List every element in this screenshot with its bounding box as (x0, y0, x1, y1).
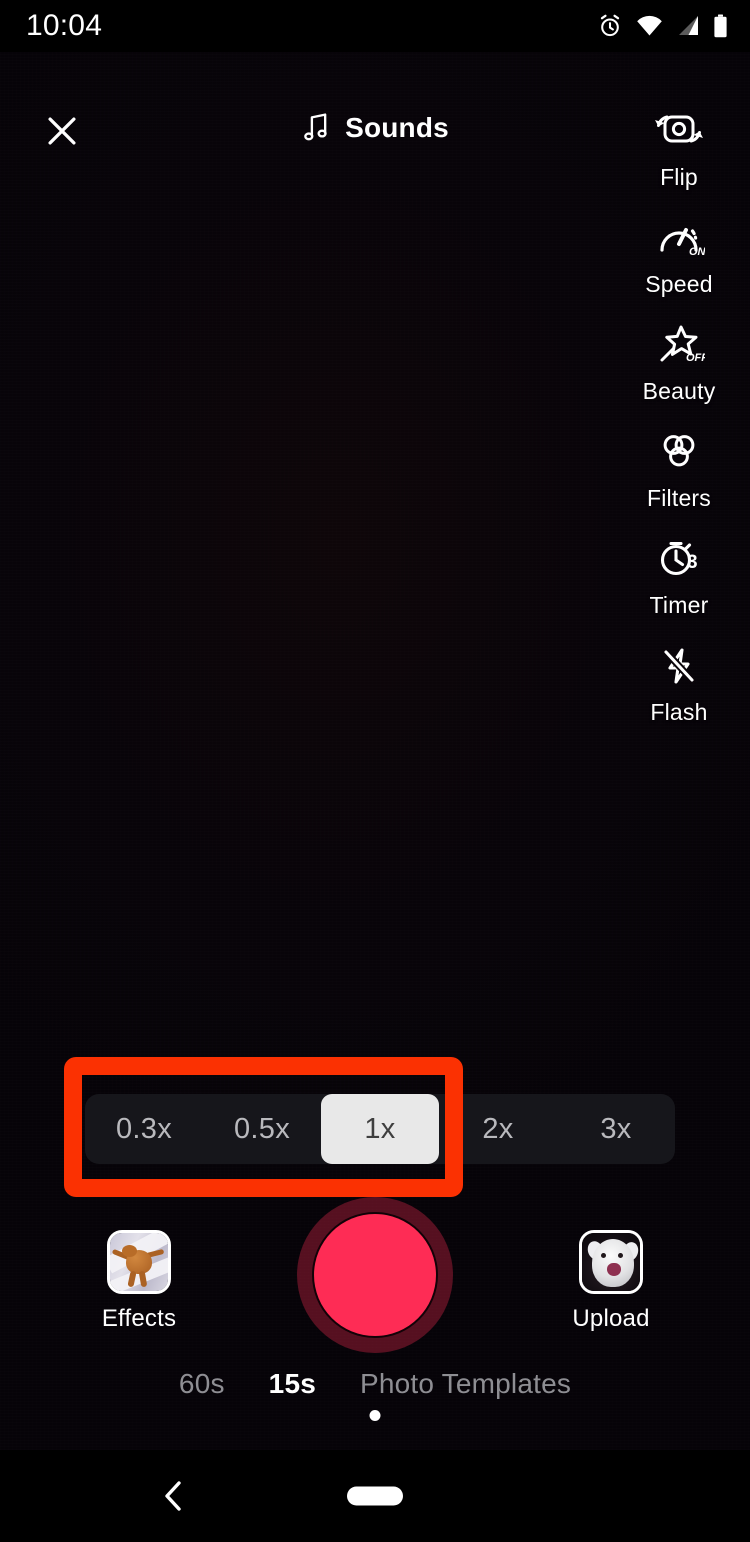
close-icon (48, 117, 76, 145)
rail-label-timer: Timer (649, 592, 709, 618)
mode-tab-photo-templates[interactable]: Photo Templates (360, 1368, 571, 1404)
music-note-icon (304, 113, 327, 141)
upload-label: Upload (572, 1305, 650, 1332)
upload-button[interactable]: Upload (536, 1230, 686, 1333)
sounds-button[interactable]: Sounds (301, 112, 449, 144)
tiktok-camera-screen: 10:04 Sounds Flip ON Speed OF Beauty Fil… (0, 0, 750, 1542)
rail-label-speed: Speed (645, 271, 713, 297)
rail-label-beauty: Beauty (642, 378, 716, 404)
svg-text:OFF: OFF (686, 352, 705, 364)
effects-button[interactable]: Effects (64, 1230, 214, 1333)
effects-thumbnail (107, 1230, 171, 1294)
rail-item-speed[interactable]: ON Speed (624, 207, 734, 314)
stopwatch-icon: 3 (653, 528, 705, 590)
flash-off-icon (653, 635, 705, 697)
status-icons (597, 13, 728, 39)
record-button[interactable] (297, 1197, 453, 1353)
tool-rail: Flip ON Speed OFF Beauty (624, 100, 734, 742)
battery-icon (714, 14, 727, 38)
mode-tabs: 60s 15s Photo Templates (0, 1368, 750, 1404)
speed-option-2x[interactable]: 2x (439, 1094, 557, 1164)
upload-thumbnail (579, 1230, 643, 1294)
nav-back-button[interactable] (148, 1470, 200, 1522)
rail-label-flash: Flash (650, 699, 708, 725)
alarm-icon (600, 14, 620, 37)
sounds-label: Sounds (345, 112, 449, 143)
nav-home-pill[interactable] (347, 1486, 403, 1506)
mode-tab-15s[interactable]: 15s (269, 1368, 316, 1404)
svg-text:ON: ON (689, 246, 705, 258)
speed-option-0.3x[interactable]: 0.3x (85, 1094, 203, 1164)
magic-wand-icon: OFF (653, 314, 705, 376)
speed-selector[interactable]: 0.3x 0.5x 1x 2x 3x (85, 1094, 675, 1164)
effects-label: Effects (101, 1305, 177, 1332)
status-time: 10:04 (26, 9, 103, 42)
svg-text:3: 3 (687, 552, 698, 573)
speed-option-0.5x[interactable]: 0.5x (203, 1094, 321, 1164)
speed-option-3x[interactable]: 3x (557, 1094, 675, 1164)
wifi-icon (637, 15, 662, 36)
back-chevron-icon (165, 1481, 181, 1511)
mode-active-indicator-dot (369, 1410, 381, 1421)
record-button-inner (314, 1214, 436, 1336)
filters-icon (653, 421, 705, 483)
mode-tab-60s[interactable]: 60s (179, 1368, 225, 1404)
capture-row: Effects Upload (0, 1197, 750, 1353)
rail-item-flip[interactable]: Flip (624, 100, 734, 207)
speedometer-icon: ON (653, 207, 705, 269)
rail-label-flip: Flip (660, 164, 698, 190)
rail-label-filters: Filters (646, 485, 711, 511)
speed-option-1x[interactable]: 1x (321, 1094, 439, 1164)
rail-item-beauty[interactable]: OFF Beauty (624, 314, 734, 421)
rail-item-filters[interactable]: Filters (624, 421, 734, 528)
rail-item-timer[interactable]: 3 Timer (624, 528, 734, 635)
camera-flip-icon (653, 100, 705, 162)
status-bar: 10:04 (0, 0, 750, 52)
close-button[interactable] (36, 105, 88, 157)
android-nav-bar (0, 1450, 750, 1542)
cellular-signal-icon (679, 16, 698, 35)
rail-item-flash[interactable]: Flash (624, 635, 734, 742)
